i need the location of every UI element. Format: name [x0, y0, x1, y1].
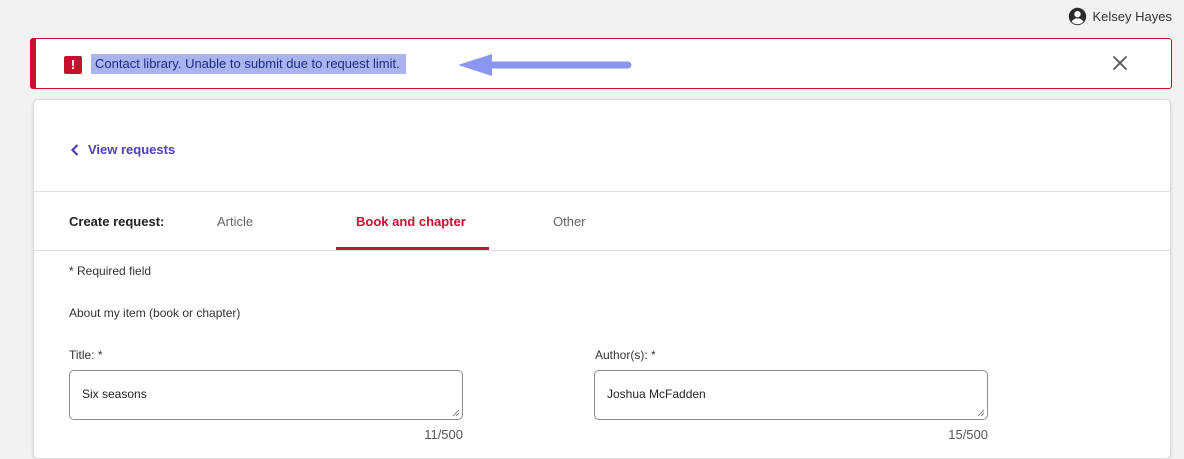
error-exclamation-icon: !: [64, 56, 82, 74]
error-alert: ! Contact library. Unable to submit due …: [30, 38, 1172, 89]
resize-handle-icon[interactable]: [452, 409, 460, 417]
tab-other[interactable]: Other: [553, 214, 586, 229]
alert-message: Contact library. Unable to submit due to…: [91, 54, 406, 74]
divider: [34, 250, 1170, 251]
divider: [34, 191, 1170, 192]
create-request-label: Create request:: [69, 214, 165, 229]
close-icon: [1113, 56, 1127, 70]
title-label: Title: *: [69, 348, 103, 362]
author-value: Joshua McFadden: [607, 387, 706, 401]
close-alert-button[interactable]: [1109, 52, 1131, 74]
title-input[interactable]: Six seasons: [69, 370, 463, 420]
section-title: About my item (book or chapter): [69, 306, 241, 320]
title-value: Six seasons: [82, 387, 147, 401]
chevron-left-icon: [70, 143, 79, 156]
author-char-counter: 15/500: [948, 427, 988, 442]
view-requests-link[interactable]: View requests: [70, 142, 175, 157]
tab-article[interactable]: Article: [217, 214, 253, 229]
request-form-card: View requests Create request: Article Bo…: [33, 99, 1171, 459]
author-input[interactable]: Joshua McFadden: [594, 370, 988, 420]
resize-handle-icon[interactable]: [977, 409, 985, 417]
account-circle-icon: [1068, 7, 1087, 26]
required-field-note: * Required field: [69, 264, 152, 278]
user-name: Kelsey Hayes: [1092, 9, 1172, 24]
title-char-counter: 11/500: [424, 427, 463, 442]
tab-book-and-chapter[interactable]: Book and chapter: [356, 214, 466, 229]
author-label: Author(s): *: [595, 348, 656, 362]
view-requests-label: View requests: [88, 142, 176, 157]
annotation-arrow: [458, 54, 632, 76]
user-menu[interactable]: Kelsey Hayes: [1068, 7, 1172, 26]
